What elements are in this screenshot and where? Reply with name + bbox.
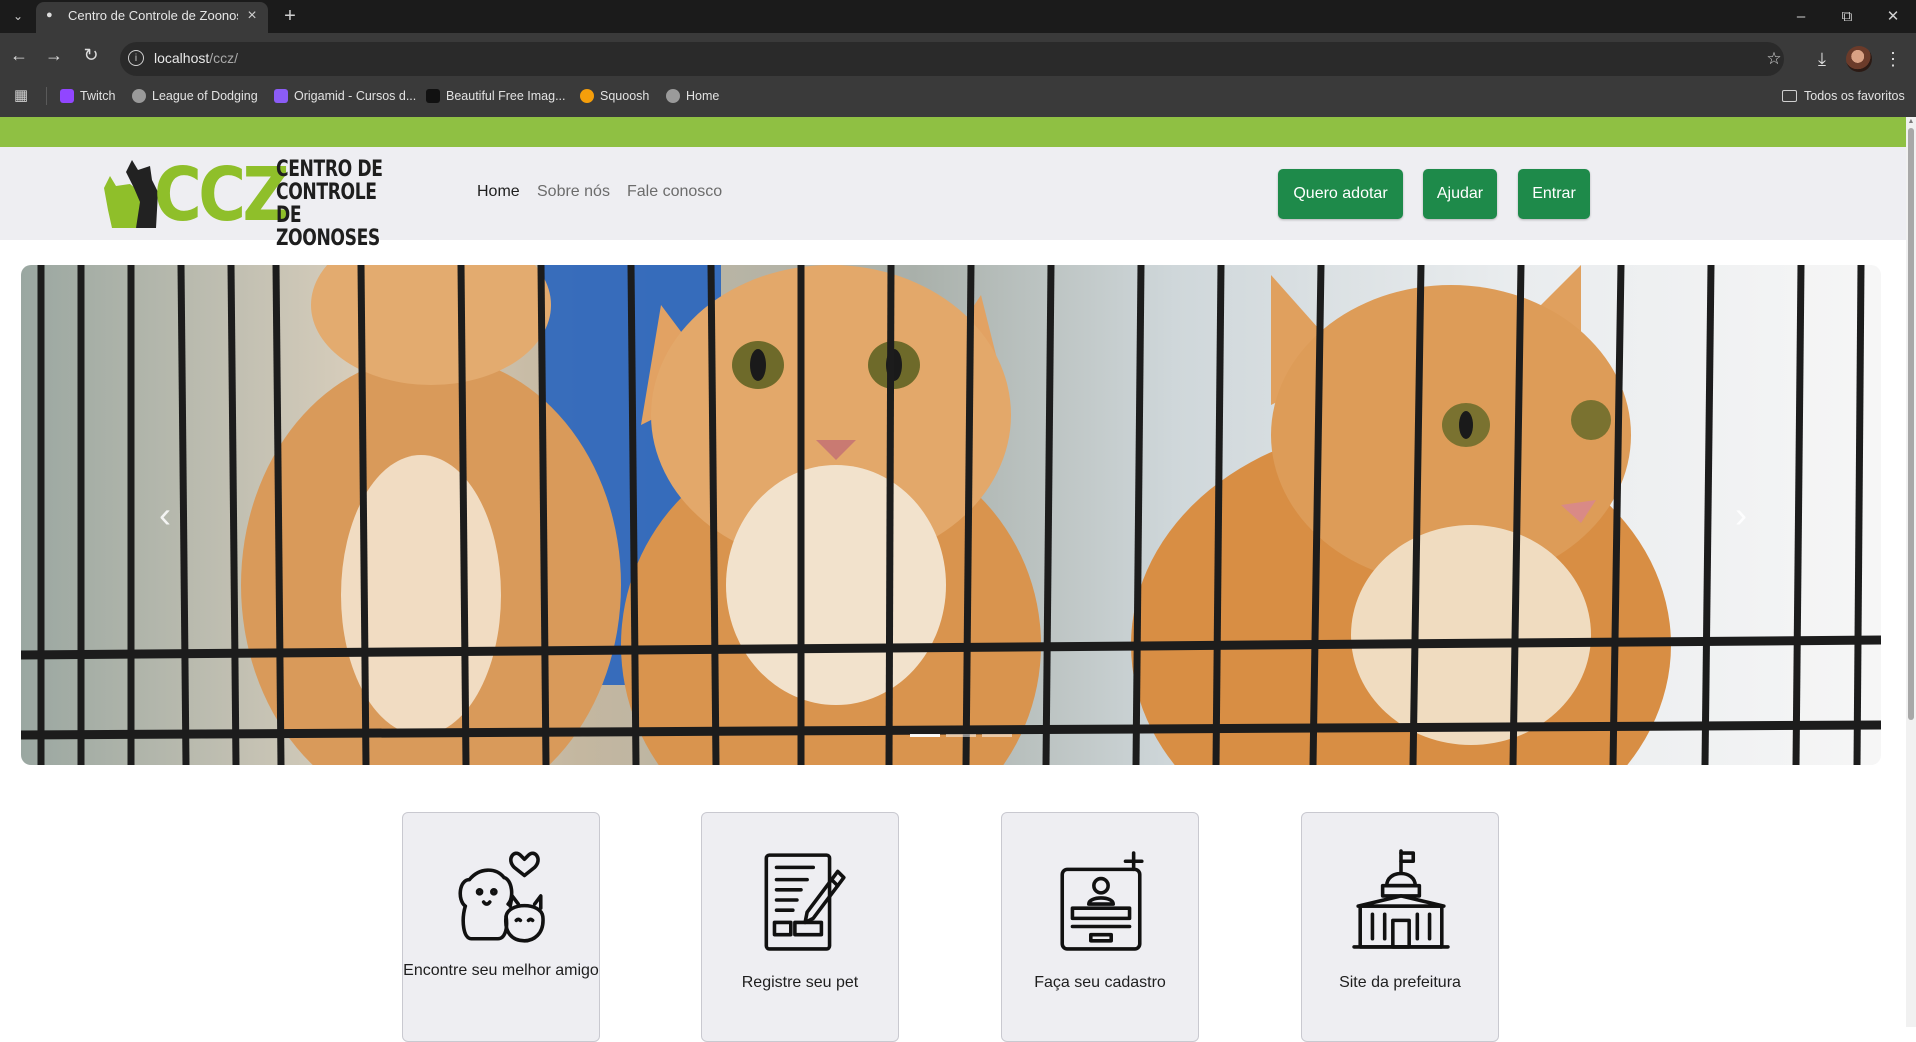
chevron-right-icon[interactable]: › [1726,495,1756,535]
quero-adotar-button[interactable]: Quero adotar [1278,169,1403,219]
globe-icon [666,89,680,103]
tab-search-dropdown-icon[interactable]: ⌄ [8,6,28,26]
logo-line-3: DE ZOONOSES [276,203,380,251]
card-label: Site da prefeitura [1339,974,1461,991]
unsplash-icon [426,89,440,103]
download-icon[interactable]: ⤓ [1810,47,1834,71]
card-faca-cadastro[interactable]: Faça seu cadastro [1001,812,1199,1042]
card-label: Faça seu cadastro [1034,974,1166,991]
menu-kebab-icon[interactable]: ⋮ [1884,46,1902,72]
twitch-icon [60,89,74,103]
tab-close-icon[interactable]: × [244,7,260,25]
bookmark-twitch[interactable]: Twitch [60,86,115,106]
city-hall-icon [1352,849,1450,949]
globe-icon [132,89,146,103]
bookmark-label: League of Dodging [152,89,258,103]
scroll-up-icon[interactable]: ▲ [1907,118,1915,126]
top-accent-strip [0,117,1906,147]
tab-title: Centro de Controle de Zoonoses [68,8,238,23]
bookmark-origamid[interactable]: Origamid - Cursos d... [274,86,416,106]
id-card-add-icon [1060,851,1144,951]
scrollbar-thumb[interactable] [1908,128,1914,720]
new-tab-icon[interactable]: + [280,5,300,27]
carousel-indicator-2[interactable] [946,734,976,737]
minimize-icon[interactable]: – [1778,0,1824,33]
bookmark-label: Squoosh [600,89,650,103]
carousel-indicator-1[interactable] [910,734,940,737]
tab-favicon-icon: ● [46,9,53,21]
nav-home[interactable]: Home [477,183,520,205]
back-icon[interactable]: ← [8,44,30,66]
logo-text[interactable]: CENTRO DE CONTROLE DE ZOONOSES [276,158,385,250]
all-bookmarks-label: Todos os favoritos [1804,89,1905,103]
url-path: /ccz/ [209,50,239,66]
card-label: Registre seu pet [741,974,859,991]
carousel-indicators [910,734,1012,738]
url-text[interactable]: localhost/ccz/ [154,50,238,68]
bookmark-label: Twitch [80,89,116,103]
entrar-button[interactable]: Entrar [1518,169,1590,219]
kittens-in-cage-image [21,265,1881,765]
origamid-icon [274,89,288,103]
logo-dog-cat-icon[interactable] [100,158,160,230]
address-bar[interactable] [120,42,1784,76]
chevron-left-icon[interactable]: ‹ [150,495,180,535]
all-bookmarks[interactable]: Todos os favoritos [1782,86,1905,106]
url-host: localhost [154,50,210,66]
bookmark-squoosh[interactable]: Squoosh [580,86,649,106]
apps-grid-icon[interactable]: ▦ [14,88,30,104]
site-info-icon[interactable]: i [128,50,144,66]
dog-cat-heart-icon [458,851,545,943]
card-encontre-amigo[interactable]: Encontre seu melhor amigo [402,812,600,1042]
hero-carousel[interactable] [21,265,1881,765]
bookmark-star-icon[interactable]: ☆ [1763,48,1785,70]
bookmark-label: Origamid - Cursos d... [294,89,417,103]
bookmark-label: Beautiful Free Imag... [446,89,566,103]
ajudar-button[interactable]: Ajudar [1423,169,1497,219]
forward-icon[interactable]: → [43,44,65,66]
nav-fale-conosco[interactable]: Fale conosco [627,183,722,205]
squoosh-icon [580,89,594,103]
reload-icon[interactable]: ↻ [80,44,102,66]
restore-icon[interactable]: ⧉ [1824,0,1870,33]
logo-line-2: CONTROLE [276,180,377,205]
bookmark-label: Home [686,89,720,103]
bookmarks-separator [46,87,47,105]
card-site-prefeitura[interactable]: Site da prefeitura [1301,812,1499,1042]
bookmark-league-of-dodging[interactable]: League of Dodging [132,86,258,106]
profile-avatar[interactable] [1846,46,1872,72]
bookmark-home[interactable]: Home [666,86,719,106]
nav-sobre-nos[interactable]: Sobre nós [537,183,610,205]
logo-ccz[interactable]: CCZ [154,154,290,236]
bookmark-unsplash[interactable]: Beautiful Free Imag... [426,86,566,106]
logo-line-1: CENTRO DE [276,157,383,182]
carousel-indicator-3[interactable] [982,734,1012,737]
document-pen-icon [764,853,846,951]
card-registre-pet[interactable]: Registre seu pet [701,812,899,1042]
folder-icon [1782,90,1797,102]
close-window-icon[interactable]: ✕ [1870,0,1916,33]
card-label: Encontre seu melhor amigo [403,962,599,979]
